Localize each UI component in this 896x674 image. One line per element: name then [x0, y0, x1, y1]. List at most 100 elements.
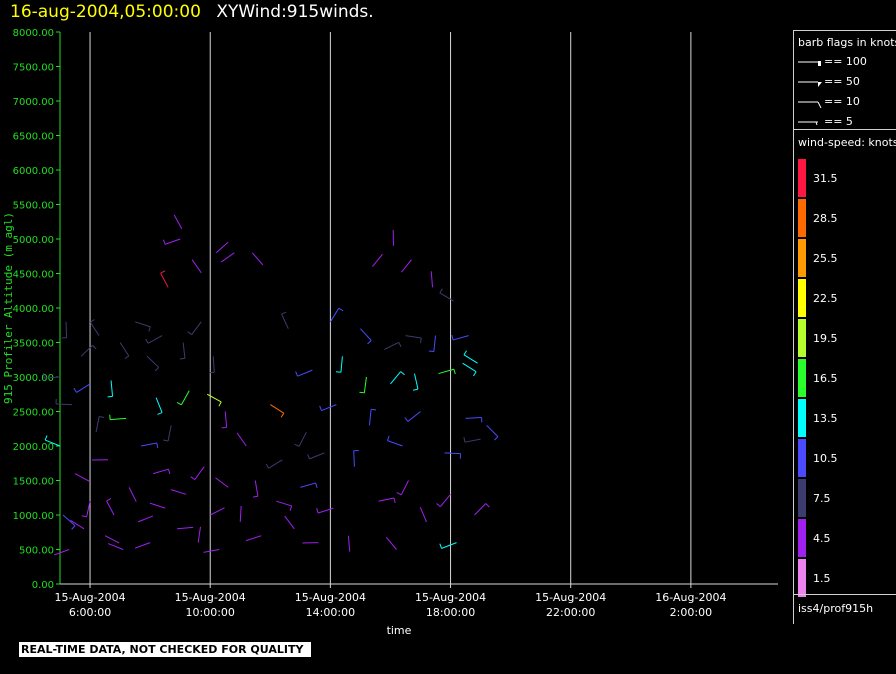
wind-barb-flag — [307, 454, 310, 460]
wind-barb-flag — [393, 497, 396, 504]
wind-barb — [209, 507, 225, 516]
flag-100-label: == 100 — [824, 55, 867, 68]
wind-barb — [147, 335, 163, 344]
wind-barb — [385, 536, 397, 550]
y-tick-label: 5500.00 — [13, 201, 54, 212]
wind-barb — [407, 411, 421, 422]
speed-swatch — [798, 359, 806, 397]
barb-flags-title: barb flags in knots — [798, 36, 896, 49]
wind-barb — [134, 542, 151, 549]
wind-barb-flag — [187, 331, 192, 336]
wind-barb — [56, 403, 73, 406]
wind-barb-flag — [154, 366, 160, 372]
station-label: iss4/prof915h — [798, 602, 874, 615]
wind-barb — [110, 417, 127, 421]
wind-barb — [86, 501, 91, 517]
speed-label: 16.5 — [813, 372, 838, 385]
wind-barb-flag — [404, 417, 409, 422]
y-tick-label: 5000.00 — [13, 235, 54, 246]
wind-barb — [62, 514, 76, 526]
wind-barb — [197, 526, 201, 543]
speed-label: 10.5 — [813, 452, 838, 465]
wind-barb-flag — [157, 412, 163, 415]
wind-barb — [194, 466, 205, 480]
wind-barb — [462, 362, 477, 373]
wind-barb — [441, 542, 457, 549]
wind-barb — [173, 214, 183, 230]
x-tick-date: 15-Aug-2004 — [295, 591, 366, 604]
wind-barb-flag — [99, 416, 105, 418]
x-tick-time: 6:00:00 — [69, 606, 111, 619]
wind-barb-flag — [148, 326, 151, 332]
wind-barb — [340, 356, 343, 373]
wind-barb — [203, 549, 220, 553]
wind-barb-flag — [163, 439, 169, 442]
wind-barb — [236, 432, 247, 447]
x-tick-date: 16-Aug-2004 — [655, 591, 726, 604]
x-tick-time: 22:00:00 — [546, 606, 595, 619]
wind-barb-flag — [400, 371, 405, 376]
wind-barb — [182, 342, 186, 359]
y-tick-label: 3000.00 — [13, 373, 54, 384]
wind-barb-flag — [451, 334, 454, 341]
wind-barb-flag — [265, 463, 270, 469]
y-tick-label: 6500.00 — [13, 132, 54, 143]
speed-label: 7.5 — [813, 492, 831, 505]
wind-barb-flag — [439, 543, 443, 549]
wind-barb — [390, 371, 402, 385]
wind-barb — [95, 416, 100, 433]
y-tick-label: 4000.00 — [13, 304, 54, 315]
wind-barb — [141, 442, 157, 447]
wind-barb-flag — [92, 344, 97, 350]
speed-label: 13.5 — [813, 412, 838, 425]
wind-barb — [439, 292, 454, 302]
wind-barb — [170, 489, 187, 495]
wind-barb — [164, 238, 181, 245]
wind-barb — [110, 380, 114, 397]
wind-barb — [80, 344, 93, 357]
wind-barb — [453, 335, 469, 341]
y-tick-label: 7500.00 — [13, 63, 54, 74]
wind-barb-flag — [453, 369, 456, 375]
x-tick-time: 2:00:00 — [670, 606, 712, 619]
wind-barb — [268, 459, 283, 469]
wind-barb — [212, 356, 215, 373]
wind-barb-flag — [316, 508, 319, 514]
wind-barb — [347, 535, 351, 552]
flag-50-label: == 50 — [824, 75, 860, 88]
wind-barb-flag — [44, 435, 48, 441]
speed-label: 19.5 — [813, 332, 838, 345]
wind-barb-flag — [124, 355, 130, 360]
wind-barb-flag — [485, 503, 490, 508]
y-tick-label: 1000.00 — [13, 511, 54, 522]
wind-barb — [89, 321, 100, 336]
wind-barb — [152, 468, 169, 475]
x-tick-time: 10:00:00 — [186, 606, 235, 619]
wind-barb-flag — [168, 469, 171, 475]
wind-barb — [309, 452, 325, 460]
y-tick-label: 500.00 — [19, 546, 54, 557]
wind-barb-flag — [338, 307, 344, 312]
wind-barb-flag — [420, 337, 422, 344]
wind-barb — [177, 526, 194, 530]
wind-barb — [464, 438, 481, 443]
wind-barb — [405, 335, 422, 339]
flag-10-icon — [798, 101, 822, 108]
wind-barb — [70, 519, 85, 530]
wind-barb-flag — [73, 387, 77, 393]
wind-speed-legend: wind-speed: knots 31.5 28.5 25.5 22.5 19.5 16… — [794, 129, 896, 597]
speed-swatch — [798, 279, 806, 317]
wind-barb-flag — [156, 442, 159, 448]
wind-barb — [419, 506, 427, 523]
x-tick-time: 18:00:00 — [426, 606, 475, 619]
wind-barb — [106, 500, 115, 516]
speed-label: 31.5 — [813, 172, 838, 185]
wind-barb — [317, 507, 334, 514]
wind-barb — [146, 355, 160, 368]
wind-barb — [384, 341, 400, 350]
wind-barb — [486, 424, 499, 437]
wind-barb-flag — [289, 505, 293, 511]
speed-label: 1.5 — [813, 572, 831, 585]
wind-barb — [220, 252, 235, 263]
wind-barb — [465, 416, 482, 419]
